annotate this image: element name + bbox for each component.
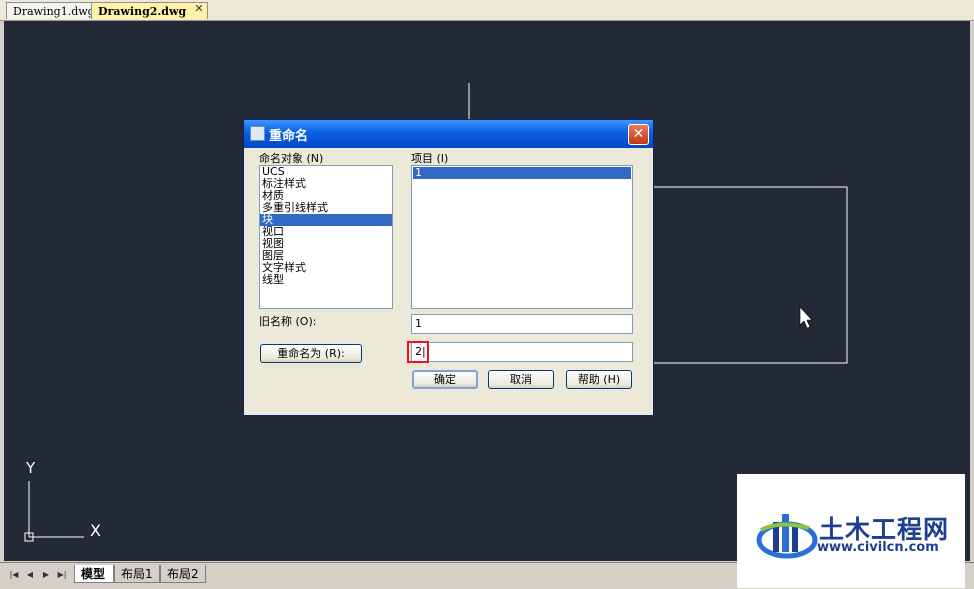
items-list[interactable]: 1 — [411, 165, 633, 309]
layout-tab-label: 布局2 — [167, 567, 199, 581]
layout-tab-layout2[interactable]: 布局2 — [160, 565, 206, 583]
list-item[interactable]: 多重引线样式 — [260, 202, 392, 214]
dialog-title: 重命名 — [269, 129, 309, 144]
watermark-url: www.civilcn.com — [817, 540, 939, 555]
named-objects-list[interactable]: UCS 标注样式 材质 多重引线样式 块 视口 视图 图层 文字样式 线型 — [259, 165, 393, 309]
app-icon — [250, 126, 265, 141]
cancel-button[interactable]: 取消 — [488, 370, 554, 389]
layout-tab-label: 模型 — [81, 567, 106, 581]
next-layout-icon[interactable]: ▶ — [40, 569, 52, 581]
document-tab-bar: Drawing1.dwg Drawing2.dwg ✕ — [0, 0, 974, 21]
layout-tab-label: 布局1 — [121, 567, 153, 581]
drawn-rectangle — [644, 186, 848, 364]
list-item[interactable]: 线型 — [260, 274, 392, 286]
site-watermark: 土木工程网 www.civilcn.com — [737, 474, 965, 588]
layout-tab-layout1[interactable]: 布局1 — [114, 565, 160, 583]
help-button[interactable]: 帮助 (H) — [566, 370, 632, 389]
highlight-box — [407, 341, 429, 363]
rename-dialog: 重命名 ✕ 命名对象 (N) UCS 标注样式 材质 多重引线样式 块 视口 视… — [243, 119, 654, 416]
cancel-button-label: 取消 — [510, 373, 532, 386]
doc-tab-label: Drawing1.dwg — [13, 5, 95, 18]
close-icon: ✕ — [632, 126, 645, 142]
ok-button-label: 确定 — [434, 373, 456, 386]
dialog-titlebar[interactable]: 重命名 ✕ — [244, 120, 653, 148]
doc-tab-drawing1[interactable]: Drawing1.dwg — [6, 2, 95, 19]
doc-tab-label: Drawing2.dwg — [98, 5, 187, 18]
close-button[interactable]: ✕ — [628, 124, 649, 145]
mouse-cursor-icon — [799, 306, 813, 329]
ucs-y-label: Y — [26, 459, 36, 477]
close-icon[interactable]: ✕ — [193, 3, 205, 15]
rename-to-button[interactable]: 重命名为 (R): — [260, 344, 362, 363]
layout-tab-model[interactable]: 模型 — [74, 565, 114, 583]
old-name-label: 旧名称 (O): — [259, 315, 317, 328]
help-button-label: 帮助 (H) — [577, 373, 621, 386]
prev-layout-icon[interactable]: ◀ — [24, 569, 36, 581]
ucs-x-label: X — [90, 521, 101, 540]
new-name-field[interactable]: 2| — [411, 342, 633, 362]
old-name-field[interactable]: 1 — [411, 314, 633, 334]
ok-button[interactable]: 确定 — [412, 370, 478, 389]
named-objects-label: 命名对象 (N) — [259, 152, 324, 165]
rename-to-button-label: 重命名为 (R): — [277, 347, 345, 360]
first-layout-icon[interactable]: |◀ — [8, 569, 20, 581]
items-label: 项目 (I) — [411, 152, 449, 165]
dialog-body: 命名对象 (N) UCS 标注样式 材质 多重引线样式 块 视口 视图 图层 文… — [247, 148, 650, 413]
list-item-selected[interactable]: 1 — [413, 167, 631, 179]
last-layout-icon[interactable]: ▶| — [56, 569, 68, 581]
old-name-value: 1 — [415, 317, 422, 330]
doc-tab-drawing2[interactable]: Drawing2.dwg — [91, 2, 208, 19]
